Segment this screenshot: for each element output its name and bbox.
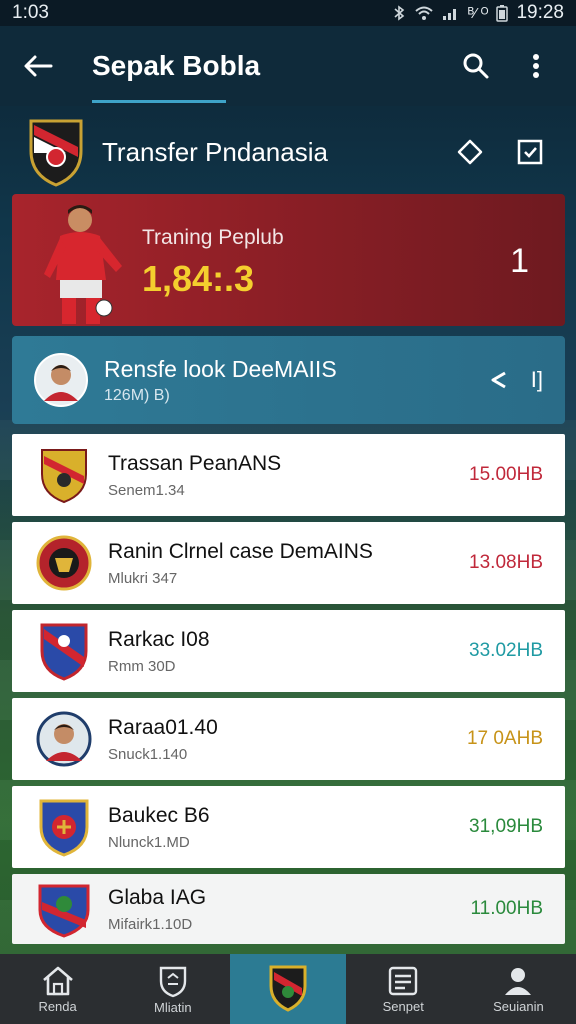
banner-text: Rensfe look DeeMAIIS 126M) B) bbox=[104, 356, 485, 405]
nav-club[interactable] bbox=[230, 954, 346, 1024]
hero-label: Traning Peplub bbox=[142, 226, 284, 249]
nav-label: Mliatin bbox=[154, 999, 192, 1015]
checkbox-button[interactable] bbox=[510, 132, 550, 172]
list-item-value: 31,09HB bbox=[469, 816, 543, 837]
list-item-text: Raraa01.40 Snuck1.140 bbox=[108, 716, 467, 763]
app-bar: Sepak Bobla bbox=[0, 26, 576, 106]
list-item-value: 11.00HB bbox=[470, 898, 543, 919]
signal-icon bbox=[442, 9, 456, 20]
nav-label: Renda bbox=[38, 998, 77, 1014]
arrow-left-icon bbox=[24, 55, 53, 77]
hero-value: 1,84:.3 bbox=[142, 258, 255, 299]
transfer-list: Trassan PeanANS Senem1.34 15.00HB Ranin … bbox=[12, 434, 565, 950]
banner-title: Rensfe look DeeMAIIS bbox=[104, 355, 337, 382]
list-item-title: Rarkac I08 bbox=[108, 627, 210, 651]
nav-label: Senpet bbox=[382, 998, 424, 1014]
list-item-value: 17 0AHB bbox=[466, 728, 543, 749]
list-item[interactable]: Rarkac I08 Rmm 30D 33.02HB bbox=[12, 610, 565, 692]
refresh-icon[interactable] bbox=[485, 367, 511, 393]
tag-button[interactable] bbox=[450, 132, 490, 172]
status-net: ᴮ⁄ ᴼ bbox=[467, 4, 489, 22]
tag-icon bbox=[457, 139, 483, 165]
club-crest-icon bbox=[34, 621, 94, 681]
nav-report[interactable]: Senpet bbox=[346, 954, 461, 1024]
list-item-value: 13.08HB bbox=[469, 552, 543, 573]
shield-icon bbox=[159, 966, 186, 997]
club-crest-icon bbox=[34, 533, 94, 593]
player-avatar bbox=[34, 709, 94, 769]
list-item-title: Raraa01.40 bbox=[108, 715, 218, 739]
club-crest-icon bbox=[34, 797, 94, 857]
club-crest-icon bbox=[29, 119, 83, 187]
list-item[interactable]: Ranin Clrnel case DemAINS Mlukri 347 13.… bbox=[12, 522, 565, 604]
banner-subtitle: 126M) B) bbox=[104, 386, 170, 404]
app-title: Sepak Bobla bbox=[92, 50, 261, 81]
search-icon bbox=[463, 53, 489, 79]
tab-indicator bbox=[92, 100, 226, 103]
list-item[interactable]: Raraa01.40 Snuck1.140 17 0AHB bbox=[12, 698, 565, 780]
more-button[interactable] bbox=[516, 46, 556, 86]
person-icon bbox=[505, 967, 532, 995]
list-item[interactable]: Trassan PeanANS Senem1.34 15.00HB bbox=[12, 434, 565, 516]
nav-match[interactable]: Mliatin bbox=[115, 954, 230, 1024]
bottom-navigation: Renda Mliatin Senpet Seuianin bbox=[0, 954, 576, 1024]
list-item-text: Baukec B6 Nlunck1.MD bbox=[108, 804, 469, 851]
list-item-subtitle: Mlukri 347 bbox=[108, 569, 178, 587]
list-item-text: Trassan PeanANS Senem1.34 bbox=[108, 452, 469, 499]
status-icons: ᴮ⁄ ᴼ 19:28 bbox=[392, 2, 564, 24]
club-badge-icon bbox=[269, 965, 307, 1012]
nav-home[interactable]: Renda bbox=[0, 954, 115, 1024]
nav-profile[interactable]: Seuianin bbox=[461, 954, 576, 1024]
list-item-subtitle: Rmm 30D bbox=[108, 657, 176, 675]
featured-transfer-card[interactable]: Traning Peplub 1,84:.3 1 bbox=[12, 194, 565, 326]
hero-count: 1 bbox=[510, 242, 529, 280]
battery-icon bbox=[496, 5, 509, 22]
pause-button[interactable]: I] bbox=[531, 367, 543, 393]
back-button[interactable] bbox=[20, 48, 56, 84]
list-item-value: 15.00HB bbox=[469, 464, 543, 485]
home-icon bbox=[42, 966, 73, 995]
club-crest-icon bbox=[34, 879, 94, 939]
nav-label: Seuianin bbox=[493, 998, 544, 1014]
list-item-text: Glaba IAG Mifairk1.10D bbox=[108, 886, 470, 933]
search-button[interactable] bbox=[456, 46, 496, 86]
club-crest-icon bbox=[34, 445, 94, 505]
list-item-subtitle: Nlunck1.MD bbox=[108, 833, 190, 851]
list-item-subtitle: Mifairk1.10D bbox=[108, 915, 193, 933]
list-item-title: Ranin Clrnel case DemAINS bbox=[108, 539, 373, 563]
section-title: Transfer Pndanasia bbox=[102, 136, 328, 167]
player-illustration bbox=[44, 205, 122, 324]
list-item-subtitle: Snuck1.140 bbox=[108, 745, 188, 763]
list-item[interactable]: Baukec B6 Nlunck1.MD 31,09HB bbox=[12, 786, 565, 868]
list-item-text: Ranin Clrnel case DemAINS Mlukri 347 bbox=[108, 540, 469, 587]
list-item-value: 33.02HB bbox=[469, 640, 543, 661]
bluetooth-icon bbox=[394, 5, 405, 21]
banner-actions: I] bbox=[485, 367, 543, 393]
list-item-text: Rarkac I08 Rmm 30D bbox=[108, 628, 469, 675]
player-banner[interactable]: Rensfe look DeeMAIIS 126M) B) I] bbox=[12, 336, 565, 424]
list-item[interactable]: Glaba IAG Mifairk1.10D 11.00HB bbox=[12, 874, 565, 944]
section-header: Transfer Pndanasia bbox=[0, 112, 576, 192]
checkbox-icon bbox=[517, 139, 543, 165]
list-item-title: Glaba IAG bbox=[108, 885, 207, 909]
document-icon bbox=[389, 966, 418, 995]
wifi-icon bbox=[415, 6, 433, 20]
list-item-subtitle: Senem1.34 bbox=[108, 481, 185, 499]
status-bar: 1:03 ᴮ⁄ ᴼ 19:28 bbox=[0, 0, 576, 26]
status-time-right: 19:28 bbox=[516, 2, 564, 23]
more-vertical-icon bbox=[533, 54, 539, 78]
list-item-title: Trassan PeanANS bbox=[108, 451, 282, 475]
status-time-left: 1:03 bbox=[12, 2, 49, 23]
list-item-title: Baukec B6 bbox=[108, 803, 210, 827]
player-avatar bbox=[34, 353, 88, 407]
